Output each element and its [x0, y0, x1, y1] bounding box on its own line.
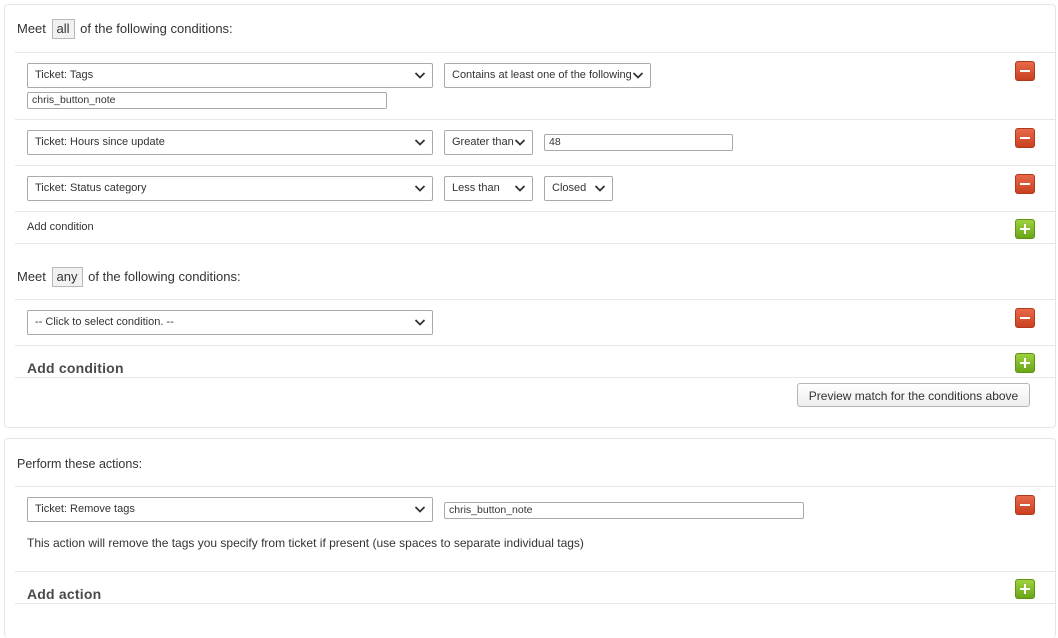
- add-condition-link[interactable]: Add condition: [27, 360, 124, 376]
- remove-condition-button[interactable]: [1015, 128, 1035, 148]
- minus-icon: [1020, 504, 1030, 506]
- condition-field-select[interactable]: Ticket: Hours since update: [27, 130, 433, 155]
- action-select[interactable]: Ticket: Remove tags: [27, 497, 433, 522]
- qualifier-any[interactable]: any: [51, 267, 83, 287]
- divider: [15, 165, 1055, 166]
- chevron-down-icon: [414, 185, 426, 192]
- divider: [15, 52, 1055, 53]
- meet-label: Meet: [17, 21, 46, 36]
- chevron-down-icon: [414, 139, 426, 146]
- condition-operator-select[interactable]: Contains at least one of the following: [444, 63, 651, 88]
- minus-icon: [1020, 70, 1030, 72]
- condition-operator-select[interactable]: Greater than: [444, 130, 533, 155]
- divider: [15, 345, 1055, 346]
- divider: [15, 377, 1055, 378]
- divider: [15, 486, 1055, 487]
- minus-icon: [1020, 137, 1030, 139]
- add-condition-button[interactable]: [1015, 219, 1035, 239]
- heading-suffix: of the following conditions:: [80, 21, 233, 36]
- remove-condition-button[interactable]: [1015, 61, 1035, 81]
- conditions-any-heading: Meet any of the following conditions:: [17, 267, 241, 287]
- chevron-down-icon: [632, 72, 644, 79]
- condition-field-select[interactable]: -- Click to select condition. --: [27, 310, 433, 335]
- add-action-link[interactable]: Add action: [27, 586, 101, 602]
- action-description: This action will remove the tags you spe…: [27, 536, 584, 550]
- minus-icon: [1020, 183, 1030, 185]
- divider: [15, 571, 1055, 572]
- chevron-down-icon: [414, 319, 426, 326]
- chevron-down-icon: [414, 72, 426, 79]
- action-value-input[interactable]: chris_button_note: [444, 502, 804, 519]
- divider: [15, 119, 1055, 120]
- preview-match-button[interactable]: Preview match for the conditions above: [797, 383, 1030, 407]
- condition-operator-select[interactable]: Less than: [444, 176, 533, 201]
- chevron-down-icon: [414, 506, 426, 513]
- chevron-down-icon: [514, 185, 526, 192]
- chevron-down-icon: [514, 139, 526, 146]
- qualifier-all[interactable]: all: [51, 19, 75, 39]
- condition-field-select[interactable]: Ticket: Status category: [27, 176, 433, 201]
- condition-value-select[interactable]: Closed: [544, 176, 613, 201]
- heading-suffix: of the following conditions:: [88, 269, 241, 284]
- conditions-all-heading: Meet all of the following conditions:: [17, 19, 233, 39]
- divider: [15, 211, 1055, 212]
- condition-value-input[interactable]: 48: [544, 134, 733, 151]
- minus-icon: [1020, 317, 1030, 319]
- actions-heading: Perform these actions:: [17, 457, 143, 471]
- chevron-down-icon: [594, 185, 606, 192]
- meet-label: Meet: [17, 269, 46, 284]
- remove-action-button[interactable]: [1015, 495, 1035, 515]
- add-action-button[interactable]: [1015, 579, 1035, 599]
- remove-condition-button[interactable]: [1015, 308, 1035, 328]
- divider: [15, 243, 1055, 244]
- add-condition-link[interactable]: Add condition: [27, 221, 94, 233]
- divider: [15, 299, 1055, 300]
- add-condition-button[interactable]: [1015, 353, 1035, 373]
- condition-value-input[interactable]: chris_button_note: [27, 92, 387, 109]
- remove-condition-button[interactable]: [1015, 174, 1035, 194]
- divider: [15, 603, 1055, 604]
- condition-field-select[interactable]: Ticket: Tags: [27, 63, 433, 88]
